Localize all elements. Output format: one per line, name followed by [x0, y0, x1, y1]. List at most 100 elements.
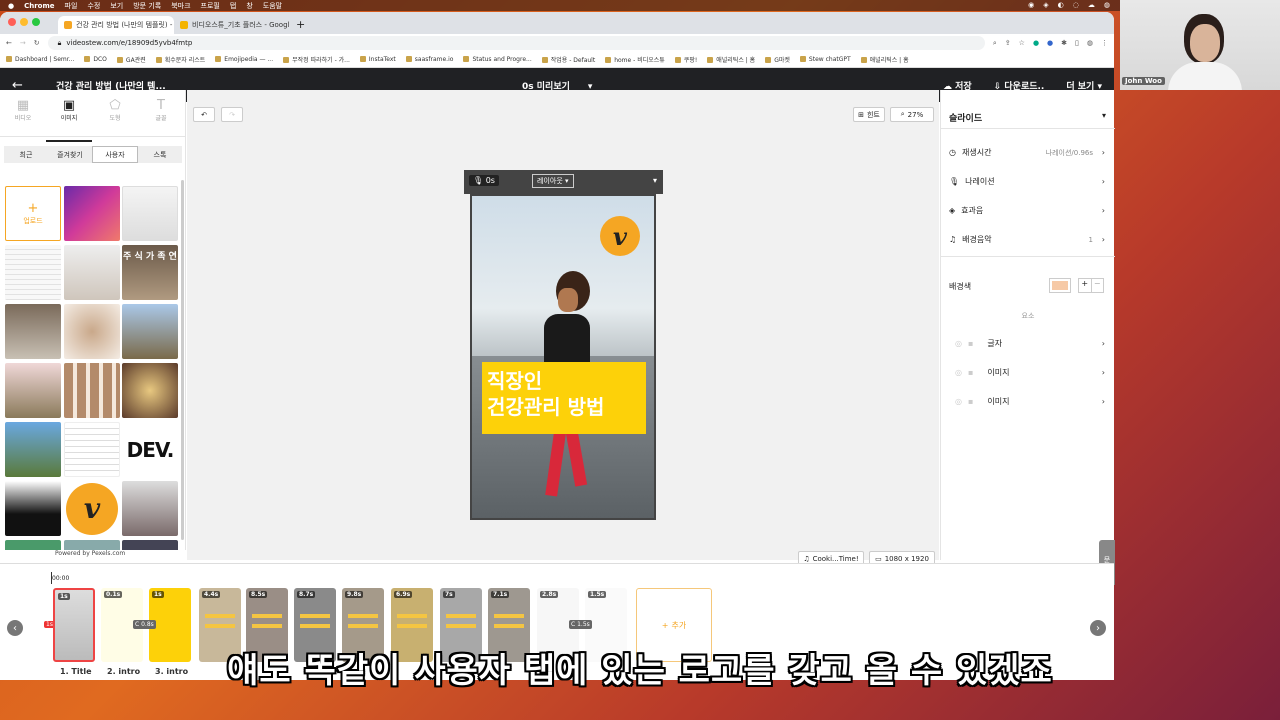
- subtab-user[interactable]: 사용자: [92, 146, 138, 163]
- scrollbar[interactable]: [181, 180, 184, 540]
- menu-file[interactable]: 파일: [65, 1, 78, 11]
- puzzle-icon[interactable]: ✱: [1061, 39, 1067, 47]
- scroll-left-button[interactable]: ‹: [7, 620, 23, 636]
- apple-icon[interactable]: ●: [8, 2, 14, 10]
- hint-button[interactable]: ⊞ 힌트: [853, 107, 885, 122]
- bookmark[interactable]: 쿠팡!: [675, 55, 697, 64]
- slide-title-box[interactable]: 직장인 건강관리 방법: [482, 362, 646, 434]
- subtab-favorites[interactable]: 즐겨찾기: [48, 146, 92, 163]
- close-window-icon[interactable]: [8, 18, 16, 26]
- bookmark[interactable]: 무작정 따라하기 - 가...: [283, 55, 350, 64]
- back-icon[interactable]: ←: [6, 39, 12, 47]
- menu-help[interactable]: 도움말: [263, 1, 282, 11]
- image-thumbnail[interactable]: DEV.: [122, 422, 178, 477]
- image-thumbnail[interactable]: [122, 186, 178, 241]
- redo-button[interactable]: ↷: [221, 107, 243, 122]
- duration-row[interactable]: ◷ 재생시간 나레이션/0.96s ›: [949, 147, 1105, 158]
- minimize-window-icon[interactable]: [20, 18, 28, 26]
- lock-icon[interactable]: ▪: [968, 339, 973, 348]
- bookmark[interactable]: 작업용 - Default: [542, 55, 595, 64]
- url-field[interactable]: 🔒︎ videostew.com/e/18909d5yvb4fmtp: [47, 36, 985, 50]
- menu-bookmarks[interactable]: 북마크: [171, 1, 190, 11]
- chevron-down-icon[interactable]: ▾: [1102, 111, 1106, 120]
- image-thumbnail[interactable]: [5, 363, 61, 418]
- new-tab-icon[interactable]: +: [290, 18, 311, 34]
- bookmark[interactable]: GA관련: [117, 55, 146, 64]
- menu-kebab-icon[interactable]: ⋮: [1101, 39, 1108, 47]
- menu-history[interactable]: 방문 기록: [133, 1, 161, 11]
- image-thumbnail[interactable]: [64, 304, 120, 359]
- logo-image[interactable]: v: [600, 216, 640, 256]
- image-thumbnail[interactable]: [64, 422, 120, 477]
- image-thumbnail[interactable]: 주 식 가 족 연: [122, 245, 178, 300]
- image-thumbnail[interactable]: [5, 245, 61, 300]
- transition-badge[interactable]: C 1.5s: [569, 620, 592, 629]
- bookmark[interactable]: Stew chatGPT: [800, 56, 851, 63]
- zoom-icon[interactable]: ⌕: [993, 39, 997, 48]
- image-thumbnail[interactable]: [5, 422, 61, 477]
- subtab-stock[interactable]: 스톡: [138, 146, 182, 163]
- undo-button[interactable]: ↶: [193, 107, 215, 122]
- image-thumbnail[interactable]: [122, 481, 178, 536]
- element-row[interactable]: ◎ ▪ 이미지 ›: [949, 367, 1105, 378]
- bookmark[interactable]: 애널리틱스 | 홈: [861, 55, 909, 64]
- eye-icon[interactable]: ◎: [955, 368, 962, 377]
- sound-effect-row[interactable]: ◈ 효과음 ›: [949, 205, 1105, 216]
- star-icon[interactable]: ☆: [1019, 39, 1025, 47]
- playhead[interactable]: [51, 572, 52, 584]
- menu-tab[interactable]: 탭: [230, 1, 236, 11]
- slide-preview[interactable]: 직장인 건강관리 방법 v: [470, 194, 656, 520]
- lock-icon[interactable]: ▪: [968, 397, 973, 406]
- menu-view[interactable]: 보기: [110, 1, 123, 11]
- bookmark[interactable]: DCO: [84, 56, 107, 63]
- bg-color-swatch[interactable]: [1049, 278, 1071, 293]
- menu-window[interactable]: 창: [246, 1, 252, 11]
- eye-icon[interactable]: ◎: [955, 339, 962, 348]
- image-thumbnail[interactable]: [122, 304, 178, 359]
- image-thumbnail[interactable]: [64, 363, 120, 418]
- image-thumbnail[interactable]: [5, 304, 61, 359]
- tab-shape[interactable]: ⬠ 도형: [92, 98, 138, 122]
- menu-profiles[interactable]: 프로필: [201, 1, 220, 11]
- narration-row[interactable]: 🎙︎ 나레이션 ›: [949, 176, 1105, 187]
- bookmark[interactable]: InstaText: [360, 56, 396, 63]
- reload-icon[interactable]: ↻: [34, 39, 40, 47]
- bookmark[interactable]: saasframe.io: [406, 56, 454, 63]
- extension-icon[interactable]: ●: [1033, 39, 1039, 47]
- transition-badge[interactable]: C 0.8s: [133, 620, 156, 629]
- element-row[interactable]: ◎ ▪ 이미지 ›: [949, 396, 1105, 407]
- layout-button[interactable]: 레이아웃 ▾: [532, 174, 574, 188]
- lock-icon[interactable]: ▪: [968, 368, 973, 377]
- sidebar-icon[interactable]: ▯: [1075, 39, 1079, 47]
- profile-avatar[interactable]: ◍: [1087, 39, 1093, 47]
- image-thumbnail[interactable]: [122, 363, 178, 418]
- share-icon[interactable]: ⇪: [1005, 39, 1011, 47]
- browser-tab-docs[interactable]: 비디오스튜_기초 플러스 - Googl✕: [174, 16, 290, 34]
- narration-time[interactable]: 🎙︎ 0s: [469, 175, 499, 186]
- image-thumbnail[interactable]: v: [64, 481, 120, 536]
- chevron-down-icon[interactable]: ▾: [653, 176, 657, 185]
- bookmark[interactable]: 획수문자 리스트: [156, 55, 206, 64]
- bookmark[interactable]: Emojipedia — ...: [215, 56, 273, 63]
- plus-icon[interactable]: +: [1079, 279, 1091, 292]
- image-thumbnail[interactable]: [64, 186, 120, 241]
- bookmark[interactable]: G마켓: [765, 55, 790, 64]
- bgm-row[interactable]: ♫ 배경음악 1 ›: [949, 234, 1105, 245]
- bookmark[interactable]: 애널리틱스 | 홈: [707, 55, 755, 64]
- color-stepper[interactable]: + −: [1078, 278, 1104, 293]
- upload-button[interactable]: + 업로드: [5, 186, 61, 241]
- subtab-recent[interactable]: 최근: [4, 146, 48, 163]
- eye-icon[interactable]: ◎: [955, 397, 962, 406]
- menu-app[interactable]: Chrome: [24, 2, 54, 10]
- image-thumbnail[interactable]: [5, 481, 61, 536]
- bookmark[interactable]: Dashboard | Semr...: [6, 56, 74, 63]
- minus-icon[interactable]: −: [1090, 279, 1104, 292]
- tab-video[interactable]: ▦ 비디오: [0, 98, 46, 122]
- zoom-button[interactable]: ⌕ 27%: [890, 107, 934, 122]
- element-row[interactable]: ◎ ▪ 글자 ›: [949, 338, 1105, 349]
- maximize-window-icon[interactable]: [32, 18, 40, 26]
- image-thumbnail[interactable]: [64, 245, 120, 300]
- browser-tab-editor[interactable]: 건강 관리 방법 (나만의 템플릿) - Dc✕: [58, 16, 174, 34]
- tab-font[interactable]: T 글꼴: [138, 98, 184, 122]
- bookmark[interactable]: Status and Progre...: [463, 56, 531, 63]
